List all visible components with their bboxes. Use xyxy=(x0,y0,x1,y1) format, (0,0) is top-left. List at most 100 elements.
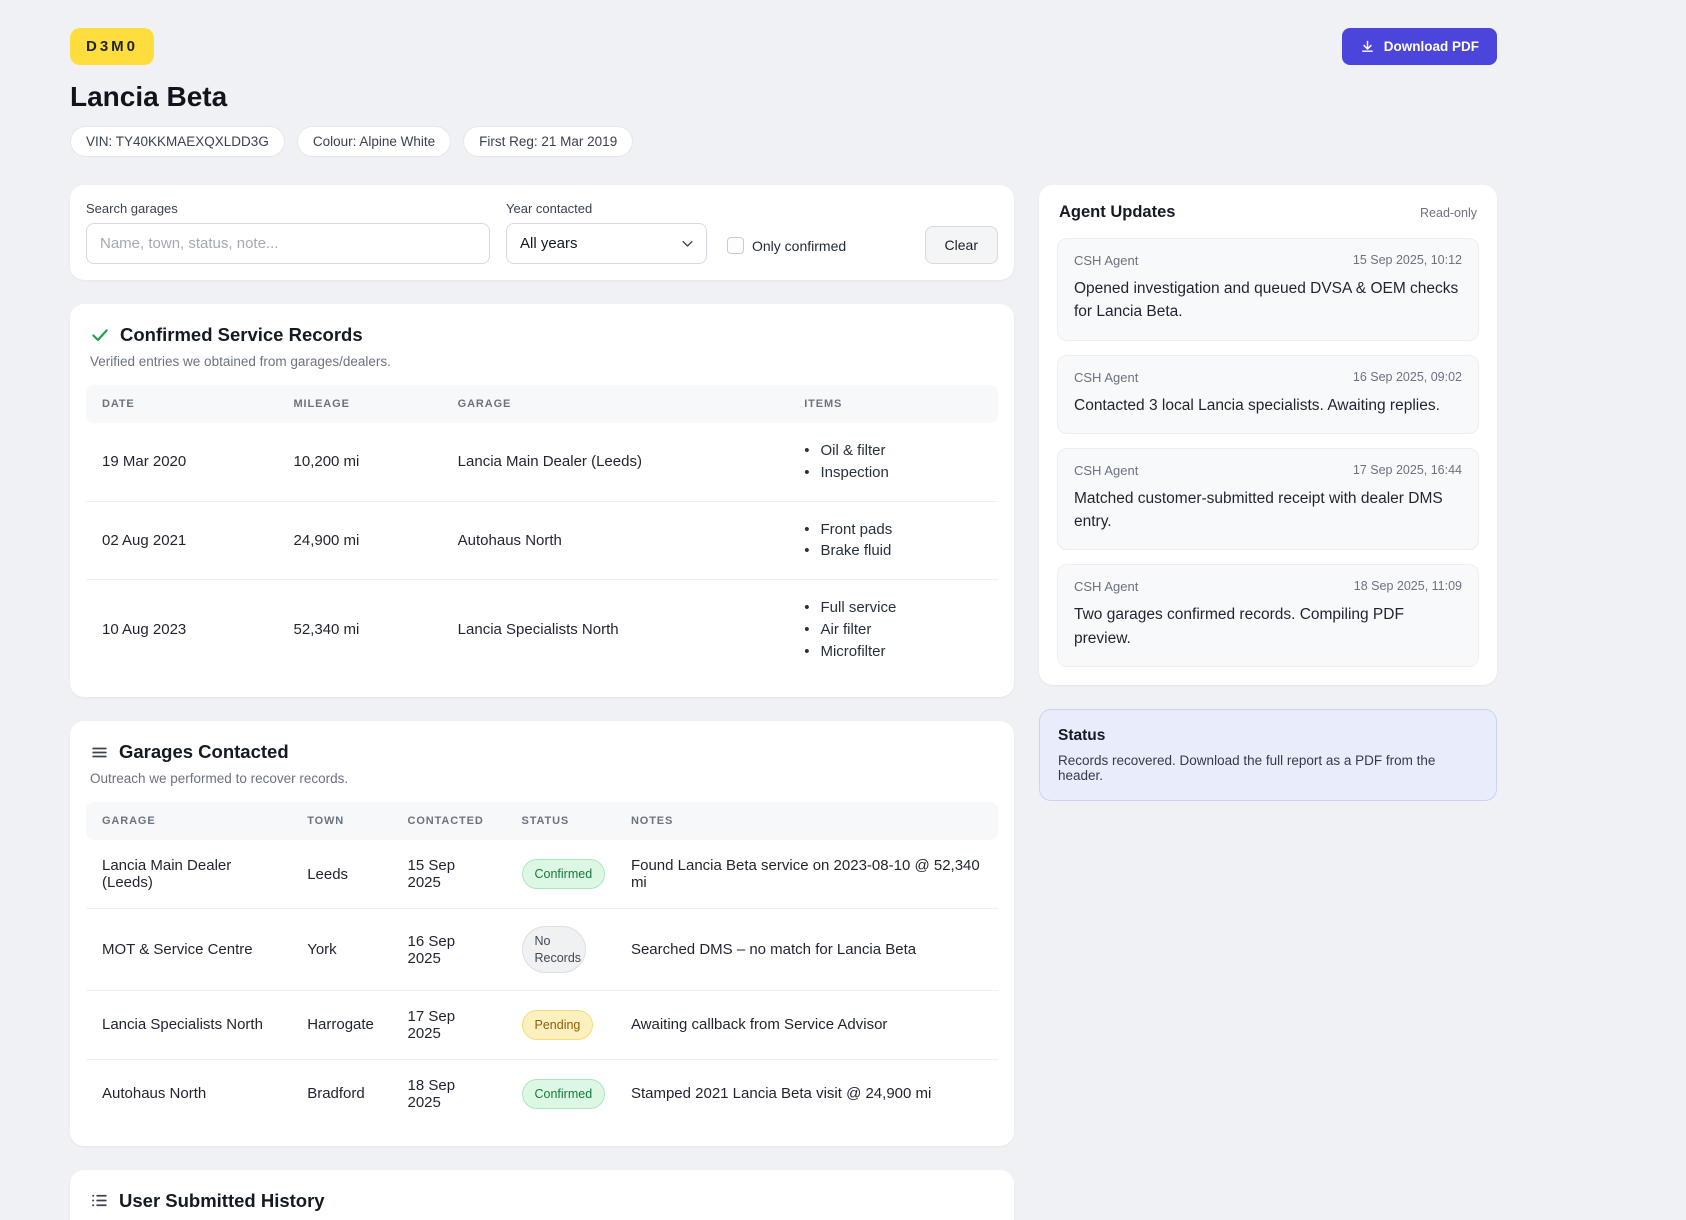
clear-button[interactable]: Clear xyxy=(925,226,998,264)
agent-updates-title: Agent Updates xyxy=(1059,203,1175,222)
record-garage: Lancia Specialists North xyxy=(442,580,789,680)
demo-badge: D3M0 xyxy=(70,28,154,65)
garage-notes: Found Lancia Beta service on 2023-08-10 … xyxy=(615,840,998,909)
year-label: Year contacted xyxy=(506,201,707,216)
agent-update-item: CSH Agent 17 Sep 2025, 16:44 Matched cus… xyxy=(1057,448,1479,551)
page-header: D3M0 Download PDF xyxy=(70,28,1497,65)
confirmed-records-card: Confirmed Service Records Verified entri… xyxy=(70,304,1014,697)
colour-chip: Colour: Alpine White xyxy=(297,126,451,157)
update-timestamp: 17 Sep 2025, 16:44 xyxy=(1353,463,1462,478)
col-contacted: Contacted xyxy=(392,802,506,840)
garage-town: York xyxy=(291,909,391,991)
update-timestamp: 15 Sep 2025, 10:12 xyxy=(1353,253,1462,268)
download-pdf-label: Download PDF xyxy=(1384,39,1479,54)
status-badge: Confirmed xyxy=(522,1079,606,1109)
confirmed-records-title: Confirmed Service Records xyxy=(120,324,363,346)
garage-notes: Searched DMS – no match for Lancia Beta xyxy=(615,909,998,991)
download-pdf-button[interactable]: Download PDF xyxy=(1342,28,1497,65)
record-mileage: 24,900 mi xyxy=(278,501,442,580)
search-input[interactable] xyxy=(86,223,490,264)
update-text: Matched customer-submitted receipt with … xyxy=(1074,487,1462,534)
search-field-group: Search garages xyxy=(86,201,490,264)
garage-name: Lancia Main Dealer (Leeds) xyxy=(86,840,291,909)
table-row: MOT & Service Centre York 16 Sep 2025 No… xyxy=(86,909,998,991)
update-author: CSH Agent xyxy=(1074,579,1138,594)
agent-update-item: CSH Agent 18 Sep 2025, 11:09 Two garages… xyxy=(1057,564,1479,667)
record-items: Full service Air filter Microfilter xyxy=(804,597,982,662)
col-mileage: Mileage xyxy=(278,385,442,423)
garage-contacted: 16 Sep 2025 xyxy=(392,909,506,991)
garages-contacted-card: Garages Contacted Outreach we performed … xyxy=(70,721,1014,1146)
garages-contacted-subtitle: Outreach we performed to recover records… xyxy=(90,771,994,786)
agent-update-item: CSH Agent 15 Sep 2025, 10:12 Opened inve… xyxy=(1057,238,1479,341)
garages-contacted-table: Garage Town Contacted Status Notes Lanci… xyxy=(86,802,998,1128)
status-badge: Pending xyxy=(522,1010,594,1040)
list-icon xyxy=(90,1191,109,1210)
col-garage: Garage xyxy=(86,802,291,840)
table-row: Autohaus North Bradford 18 Sep 2025 Conf… xyxy=(86,1059,998,1128)
table-row: 02 Aug 2021 24,900 mi Autohaus North Fro… xyxy=(86,501,998,580)
garage-town: Harrogate xyxy=(291,990,391,1059)
garages-contacted-title: Garages Contacted xyxy=(119,741,289,763)
garage-name: Autohaus North xyxy=(86,1059,291,1128)
record-mileage: 10,200 mi xyxy=(278,423,442,501)
confirmed-records-table: Date Mileage Garage Items 19 Mar 2020 10… xyxy=(86,385,998,679)
update-text: Contacted 3 local Lancia specialists. Aw… xyxy=(1074,394,1462,417)
record-items: Oil & filter Inspection xyxy=(804,440,982,484)
update-timestamp: 16 Sep 2025, 09:02 xyxy=(1353,370,1462,385)
only-confirmed-group: Only confirmed xyxy=(727,237,846,264)
col-items: Items xyxy=(788,385,998,423)
table-row: Lancia Main Dealer (Leeds) Leeds 15 Sep … xyxy=(86,840,998,909)
status-badge: No Records xyxy=(522,926,586,973)
record-date: 10 Aug 2023 xyxy=(86,580,278,680)
status-badge: Confirmed xyxy=(522,859,606,889)
only-confirmed-checkbox[interactable] xyxy=(727,237,744,254)
agent-update-item: CSH Agent 16 Sep 2025, 09:02 Contacted 3… xyxy=(1057,355,1479,434)
garage-notes: Awaiting callback from Service Advisor xyxy=(615,990,998,1059)
col-date: Date xyxy=(86,385,278,423)
update-text: Two garages confirmed records. Compiling… xyxy=(1074,603,1462,650)
check-icon xyxy=(90,325,110,345)
first-reg-chip: First Reg: 21 Mar 2019 xyxy=(463,126,633,157)
record-garage: Autohaus North xyxy=(442,501,789,580)
update-text: Opened investigation and queued DVSA & O… xyxy=(1074,277,1462,324)
table-row: Lancia Specialists North Harrogate 17 Se… xyxy=(86,990,998,1059)
year-select[interactable]: All years xyxy=(506,223,707,264)
year-field-group: Year contacted All years xyxy=(506,201,707,264)
col-status: Status xyxy=(506,802,615,840)
col-notes: Notes xyxy=(615,802,998,840)
record-mileage: 52,340 mi xyxy=(278,580,442,680)
update-author: CSH Agent xyxy=(1074,463,1138,478)
vin-chip: VIN: TY40KKMAEXQXLDD3G xyxy=(70,126,285,157)
garage-town: Leeds xyxy=(291,840,391,909)
status-box: Status Records recovered. Download the f… xyxy=(1039,709,1497,801)
main-column: Search garages Year contacted All years xyxy=(70,185,1014,1220)
status-title: Status xyxy=(1058,727,1478,745)
record-date: 02 Aug 2021 xyxy=(86,501,278,580)
agent-updates-card: Agent Updates Read-only CSH Agent 15 Sep… xyxy=(1039,185,1497,685)
page: D3M0 Download PDF Lancia Beta VIN: TY40K… xyxy=(70,0,1497,1220)
confirmed-records-subtitle: Verified entries we obtained from garage… xyxy=(90,354,994,369)
record-garage: Lancia Main Dealer (Leeds) xyxy=(442,423,789,501)
garage-contacted: 18 Sep 2025 xyxy=(392,1059,506,1128)
garage-notes: Stamped 2021 Lancia Beta visit @ 24,900 … xyxy=(615,1059,998,1128)
search-label: Search garages xyxy=(86,201,490,216)
readonly-label: Read-only xyxy=(1420,206,1477,220)
sidebar: Agent Updates Read-only CSH Agent 15 Sep… xyxy=(1039,185,1497,801)
table-row: 10 Aug 2023 52,340 mi Lancia Specialists… xyxy=(86,580,998,680)
user-history-title: User Submitted History xyxy=(119,1190,325,1212)
garage-name: MOT & Service Centre xyxy=(86,909,291,991)
status-text: Records recovered. Download the full rep… xyxy=(1058,753,1478,783)
user-history-card: User Submitted History Entries provided … xyxy=(70,1170,1014,1220)
garage-contacted: 17 Sep 2025 xyxy=(392,990,506,1059)
record-items: Front pads Brake fluid xyxy=(804,519,982,563)
col-garage: Garage xyxy=(442,385,789,423)
vehicle-chips: VIN: TY40KKMAEXQXLDD3G Colour: Alpine Wh… xyxy=(70,126,1497,157)
table-header-row: Date Mileage Garage Items xyxy=(86,385,998,423)
table-row: 19 Mar 2020 10,200 mi Lancia Main Dealer… xyxy=(86,423,998,501)
only-confirmed-label: Only confirmed xyxy=(752,238,846,254)
update-timestamp: 18 Sep 2025, 11:09 xyxy=(1354,579,1462,594)
garage-town: Bradford xyxy=(291,1059,391,1128)
update-author: CSH Agent xyxy=(1074,370,1138,385)
update-author: CSH Agent xyxy=(1074,253,1138,268)
